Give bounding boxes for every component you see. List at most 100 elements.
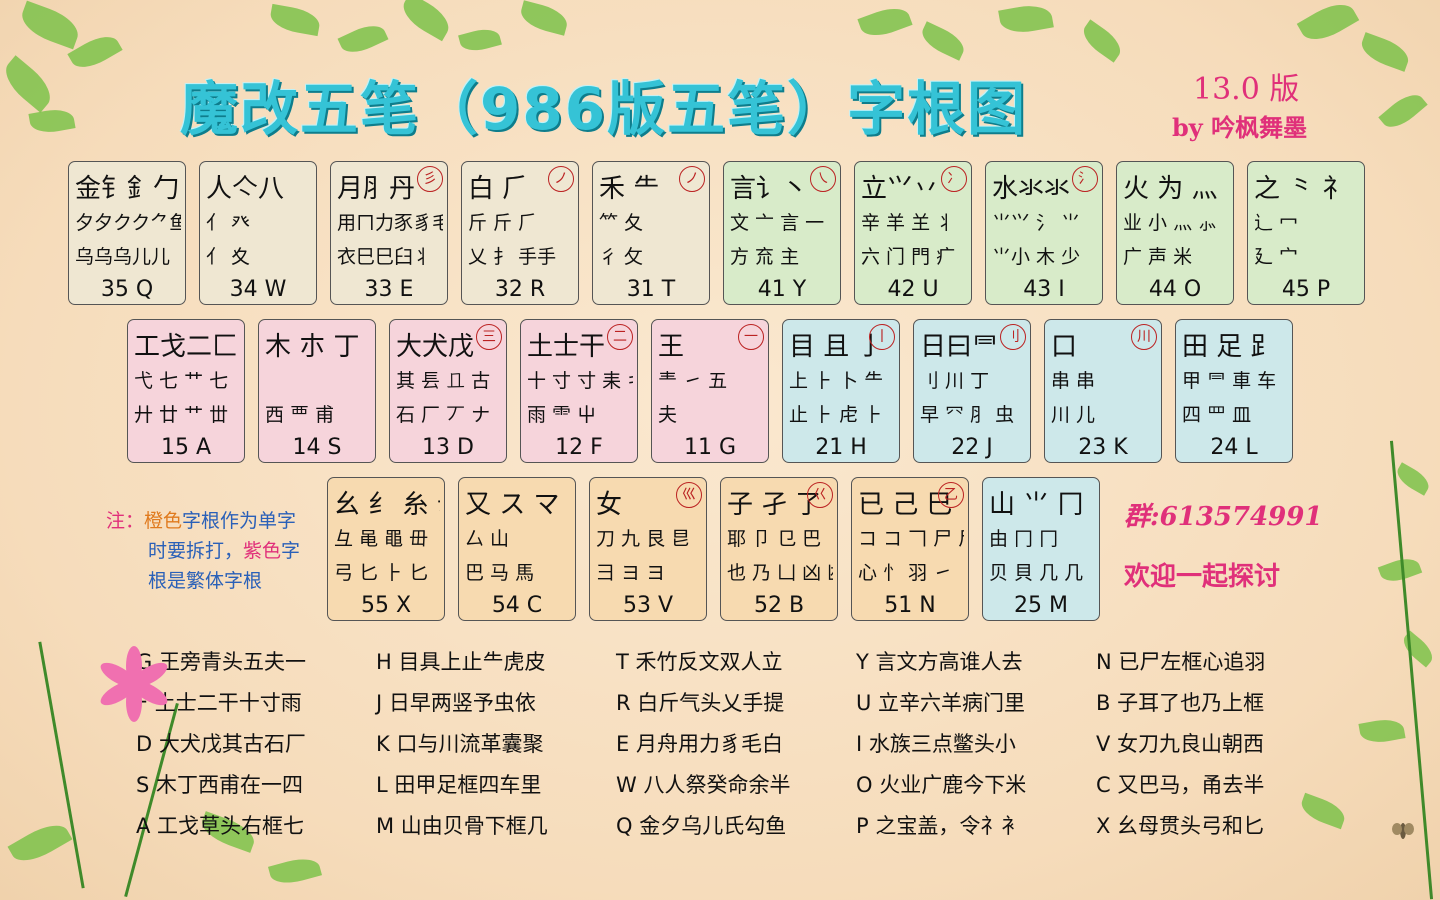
key-radical-row-3: 西 覀 甫 [265, 404, 335, 426]
key-radical-row-1: 工戈⼆匚 [134, 332, 239, 362]
key-u: 立⺍丷辛 羊 𦍌 丬六 门 門 疒冫 42 U [854, 161, 972, 305]
key-radical-row-2: 亻 癶 [206, 212, 251, 234]
key-stroke-marker: 巜 [807, 482, 833, 508]
key-code-label: 52 B [753, 593, 805, 618]
key-c: 又 ス マ厶 山巴 马 馬 54 C [458, 477, 576, 621]
mnemonic-line: H 目具上止⺧虎皮 [376, 650, 546, 674]
key-radical-row-3: 广 声 米 [1123, 246, 1193, 268]
group-number: 群:613574991 [1124, 502, 1323, 532]
key-code-label: 12 F [555, 435, 603, 460]
key-l: 田 足 ⻊ 口甲 ⺜ 車 车 ⺊四 罒 皿 24 L [1175, 319, 1293, 463]
key-radical-row-3: ⺌小 木 少 [992, 246, 1081, 268]
key-radical-row-3: 川 儿 [1051, 404, 1096, 426]
key-h: 目 且 亅上 ⺊ 卜 ⺧止 ⺊ 虍 ⺊丨 21 H [782, 319, 900, 463]
key-code-label: 35 Q [100, 277, 154, 302]
mnemonic-line: V 女刀九良山朝西 [1096, 732, 1265, 756]
mnemonic-line: X 幺母贯头弓和匕 [1096, 814, 1265, 838]
key-code-label: 41 Y [757, 277, 807, 302]
moth-icon [1392, 823, 1414, 839]
key-radical-row-3: 廾 廿 艹 丗 [134, 404, 229, 426]
key-r: 白 ⺁斤 斤 ⺁乂 扌 手手ノ 32 R [461, 161, 579, 305]
key-code-label: 15 A [160, 435, 212, 460]
key-q: 金钅釒勹夕夕クク⺈鱼 乌乌乌儿儿 35 Q [68, 161, 186, 305]
key-radical-row-2: 辶 冖 [1254, 212, 1299, 234]
key-radical-row-3: 廴 宀 [1254, 246, 1299, 268]
key-radical-row-2: 厶 山 [465, 528, 510, 550]
key-stroke-marker: 二 [607, 324, 633, 350]
key-radical-row-3: 六 门 門 疒 [861, 246, 956, 268]
key-code-label: 51 N [884, 593, 936, 618]
key-code-label: 21 H [815, 435, 867, 460]
key-radical-row-3: 石 厂 丆 ナ [396, 404, 491, 426]
mnemonic-line: L 田甲足框四车里 [376, 773, 542, 797]
key-stroke-marker: 巛 [676, 482, 702, 508]
key-stroke-marker: 冫 [941, 166, 967, 192]
note-prefix: 注： [106, 510, 145, 532]
key-code-label: 42 U [887, 277, 939, 302]
author-byline: by 吟枫舞墨 [1172, 113, 1308, 142]
key-v: 女刀 九 艮 㫐彐 ヨ ヨ巛 53 V [589, 477, 707, 621]
key-radical-row-3: 彳 攵 [599, 246, 644, 268]
mnemonic-line: I 水族三点鳖头小 [856, 732, 1016, 756]
mnemonic-line: R 白斤气头乂手提 [616, 691, 785, 715]
key-t: 禾 ⺧⺮ 夂彳 攵ノ 31 T [592, 161, 710, 305]
key-j: 日曰⺜刂 川 丁早 㓁 ⺼ 虫刂 22 J [913, 319, 1031, 463]
mnemonic-line: T 禾竹反文双人立 [616, 650, 783, 674]
key-e: 月⺼丹 用ㄇ力豕豸毛 衣⺒⺒臼⺦彡 33 E [330, 161, 448, 305]
welcome-text: 欢迎一起探讨 [1124, 562, 1281, 592]
key-code-label: 53 V [622, 593, 674, 618]
key-radical-row-3: 夫 [658, 404, 678, 426]
key-o: 火 为 灬业 小 灬 ⺗广 声 米 44 O [1116, 161, 1234, 305]
key-radical-row-2: 夕夕クク⺈鱼 [75, 212, 181, 234]
key-radical-row-3: 方 㐬 主 [730, 246, 800, 268]
key-radical-row-2: 串 串 [1051, 370, 1096, 392]
key-radical-row-3: 四 罒 皿 [1182, 404, 1252, 426]
key-radical-row-1: 金钅釒勹 [75, 174, 180, 204]
key-radical-row-1: 之 ⺀ 礻 [1254, 174, 1349, 204]
key-code-label: 22 J [951, 435, 993, 460]
key-stroke-marker: 刂 [1000, 324, 1026, 350]
mnemonic-line: J 日早两竖予虫依 [376, 691, 536, 715]
key-code-label: 55 X [360, 593, 412, 618]
key-stroke-marker: 一 [738, 324, 764, 350]
key-stroke-marker: ㇏ [810, 166, 836, 192]
key-radical-row-2: 由 冂 冂 [989, 528, 1059, 550]
key-radical-row-3: 心 忄 羽 ㇀ [858, 562, 953, 584]
key-radical-row-3: 止 ⺊ 虍 ⺊ [789, 404, 884, 426]
version-label: 13.0 版 [1193, 72, 1300, 107]
mnemonic-line: N 已尸左框心追羽 [1096, 650, 1266, 674]
mnemonic-line: C 又巴马，甬去半 [1096, 773, 1265, 797]
key-radical-row-2: 龶 ㇀ 五 [658, 370, 728, 392]
key-radical-row-2: 文 亠 言 一 [730, 212, 825, 234]
note-orange: 橙色 [144, 510, 183, 532]
key-code-label: 43 I [1023, 277, 1065, 302]
mnemonic-line: E 月舟用力豸毛白 [616, 732, 783, 756]
mnemonic-line: Q 金夕乌儿氏勾鱼 [616, 814, 787, 838]
page-title: 魔改五笔（986版五笔）字根图 [180, 75, 1028, 143]
mnemonic-line: Y 言文方高谁人去 [856, 650, 1023, 674]
key-s: 木 朩 丁西 覀 甫 14 S [258, 319, 376, 463]
key-radical-row-2: 甲 ⺜ 車 车 ⺊ [1182, 370, 1288, 392]
key-radical-row-1: 火 为 灬 [1123, 174, 1218, 204]
mnemonic-line: K 口与川流革囊聚 [376, 732, 544, 756]
key-stroke-marker: ノ [679, 166, 705, 192]
key-code-label: 24 L [1210, 435, 1258, 460]
key-radical-row-3: 也 乃 凵 凶 凼 [727, 562, 833, 584]
key-code-label: 31 T [626, 277, 676, 302]
key-radical-row-1: 木 朩 丁 [265, 332, 360, 362]
key-radical-row-3: 弓 匕 ⺊ 匕 [334, 562, 429, 584]
key-radical-row-2: 上 ⺊ 卜 ⺧ [789, 370, 884, 392]
key-stroke-marker: ノ [548, 166, 574, 192]
key-radical-row-3: 彐 ヨ ヨ [596, 562, 666, 584]
mnemonic-line: M 山由贝骨下框几 [376, 814, 548, 838]
key-radical-row-2: 刂 川 丁 [920, 370, 990, 392]
key-radical-row-3: 雨 ⻗ 屮 [527, 404, 597, 426]
key-radical-row-2: 弋 七 艹 七 [134, 370, 229, 392]
key-stroke-marker: 彡 [417, 166, 443, 192]
key-radical-row-2: 辛 羊 𦍌 丬 [861, 212, 956, 234]
key-radical-row-3: 乌乌乌儿儿 [75, 246, 171, 268]
key-radical-row-1: 又 ス マ [465, 490, 560, 520]
key-y: 言讠丶文 亠 言 一方 㐬 主㇏ 41 Y [723, 161, 841, 305]
mnemonic-line: W 八人祭癸命余半 [616, 773, 791, 797]
key-radical-row-1: 山 ⺌ 冂 [989, 490, 1084, 520]
